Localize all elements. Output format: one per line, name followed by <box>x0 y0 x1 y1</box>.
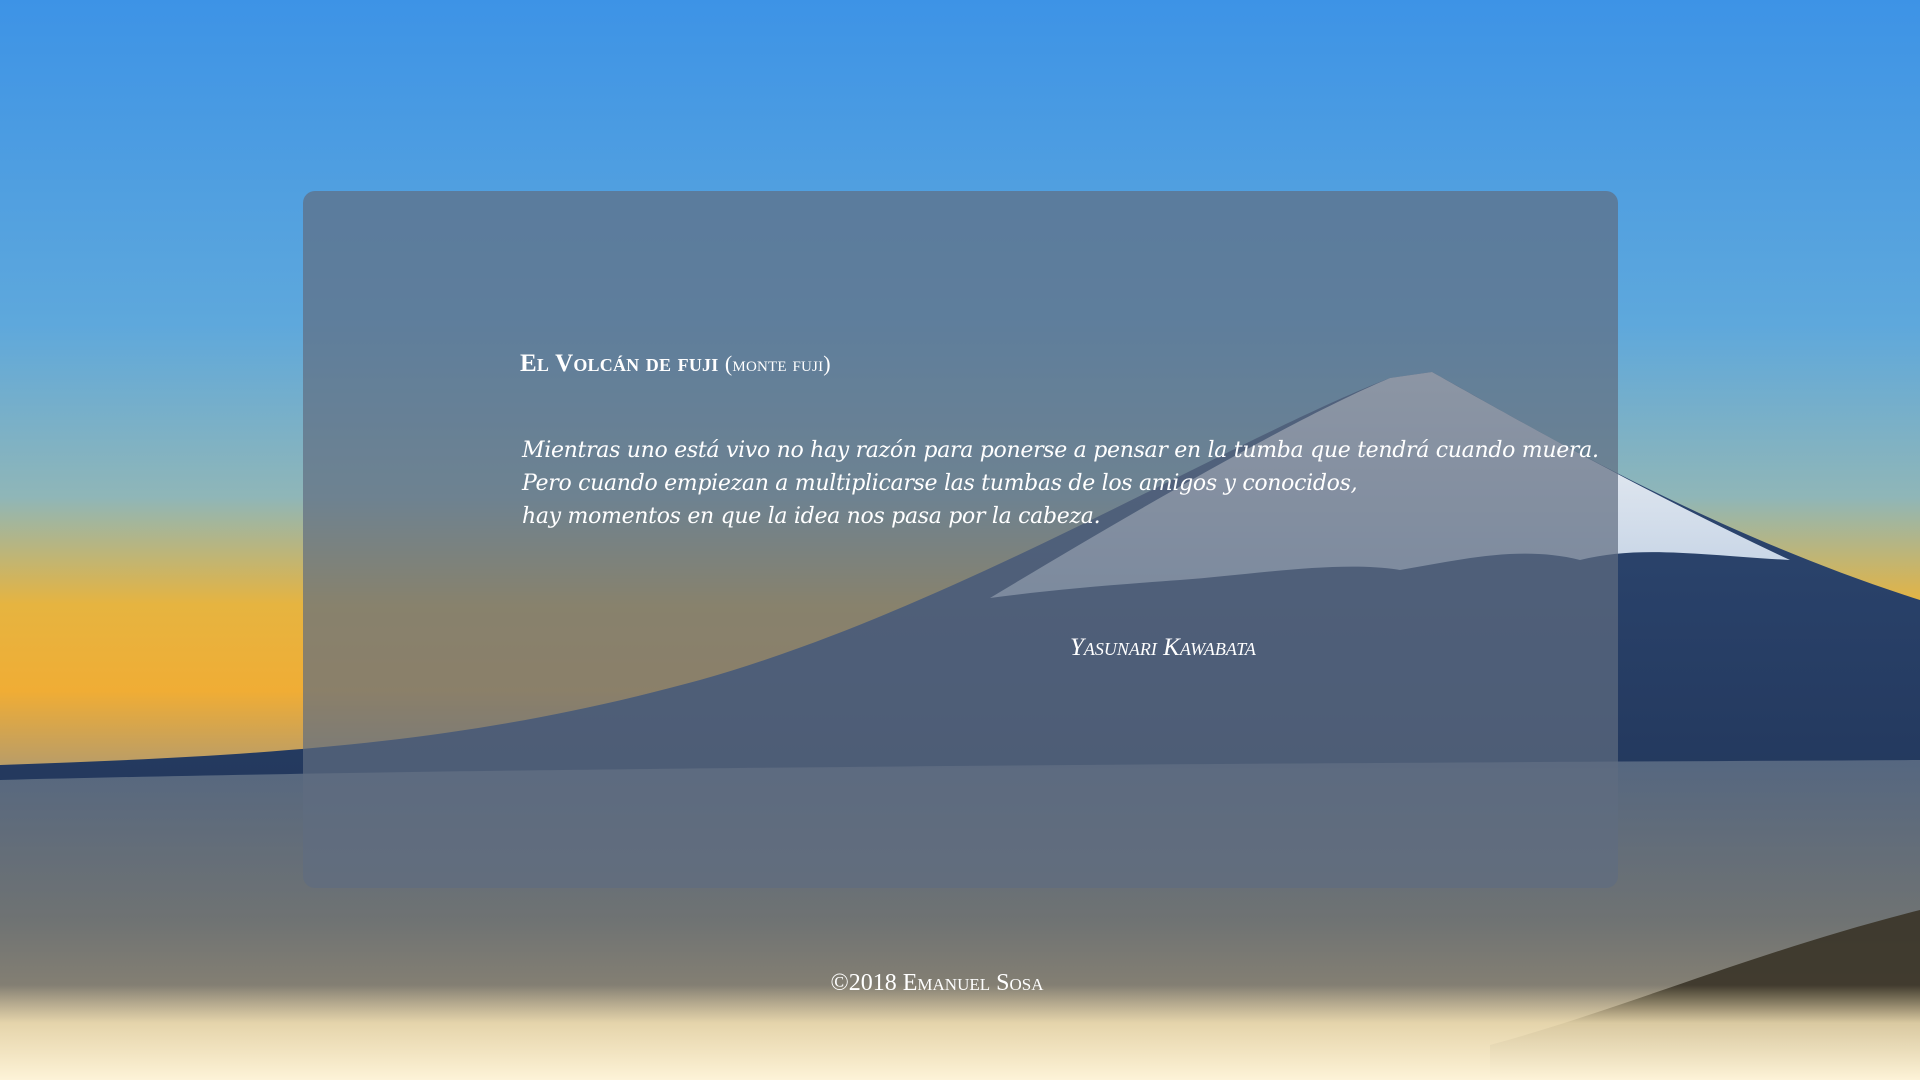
title-main: El Volcán de fuji <box>520 350 719 377</box>
poem-line: Pero cuando empiezan a multiplicarse las… <box>522 471 1358 496</box>
poem-line: hay momentos en que la idea nos pasa por… <box>522 504 1101 529</box>
poem-line: Mientras uno está vivo no hay razón para… <box>522 438 1599 463</box>
title-subtitle: (monte fuji) <box>724 351 831 376</box>
poem-author: Yasunari Kawabata <box>1070 634 1256 661</box>
poem-text: Mientras uno está vivo no hay razón para… <box>522 434 1599 533</box>
page-title: El Volcán de fuji (monte fuji) <box>520 350 831 378</box>
quote-card <box>303 191 1618 888</box>
footer-copyright: ©2018 Emanuel Sosa <box>830 970 1044 996</box>
